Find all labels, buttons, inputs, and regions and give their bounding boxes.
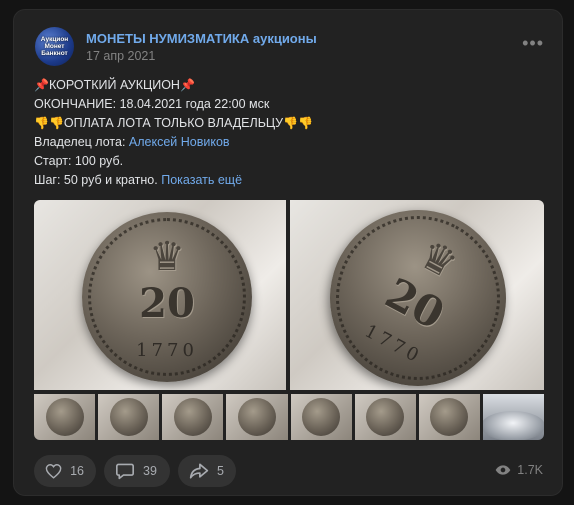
post-line-payment: 👎👎ОПЛАТА ЛОТА ТОЛЬКО ВЛАДЕЛЬЦУ👎👎: [34, 114, 554, 133]
coin-image: ♛ 20 1770: [298, 200, 538, 390]
pin-icon: 📌: [179, 78, 195, 92]
comment-button[interactable]: 39: [104, 455, 170, 487]
avatar-logo-text: Аукцион Монет Банкнот: [40, 36, 69, 57]
photo-thumb[interactable]: [226, 394, 288, 440]
comment-count: 39: [143, 464, 157, 478]
like-count: 16: [70, 464, 84, 478]
post-line-title: 📌КОРОТКИЙ АУКЦИОН📌: [34, 76, 554, 95]
photo-thumb[interactable]: [418, 394, 480, 440]
like-button[interactable]: 16: [34, 455, 96, 487]
views-counter: 1.7K: [495, 463, 543, 477]
post-line-owner: Владелец лота: Алексей Новиков: [34, 133, 554, 152]
more-options-icon[interactable]: •••: [522, 34, 544, 52]
eye-icon: [495, 465, 511, 475]
photo-thumb[interactable]: [98, 394, 160, 440]
photo-main-2[interactable]: ♛ 20 1770: [290, 200, 544, 390]
photo-thumb[interactable]: [34, 394, 96, 440]
post-date[interactable]: 17 апр 2021: [86, 49, 155, 63]
share-count: 5: [217, 464, 224, 478]
thumbs-down-icon: 👎👎: [283, 116, 313, 130]
show-more-link[interactable]: Показать ещё: [161, 173, 242, 187]
photo-main-1[interactable]: ♛ 20 1770: [34, 200, 286, 390]
views-count: 1.7K: [517, 463, 543, 477]
photo-thumbnails: [34, 394, 544, 440]
post-actions: 16 39 5: [34, 455, 236, 487]
payment-text: ОПЛАТА ЛОТА ТОЛЬКО ВЛАДЕЛЬЦУ: [63, 116, 284, 130]
share-button[interactable]: 5: [178, 455, 236, 487]
group-name-link[interactable]: МОНЕТЫ НУМИЗМАТИКА аукционы: [86, 31, 317, 46]
coin-year: 1770: [136, 340, 198, 361]
photo-thumb[interactable]: [290, 394, 352, 440]
post-card: Аукцион Монет Банкнот МОНЕТЫ НУМИЗМАТИКА…: [13, 9, 563, 496]
coin-denomination: 20: [139, 280, 195, 327]
post-text: 📌КОРОТКИЙ АУКЦИОН📌 ОКОНЧАНИЕ: 18.04.2021…: [34, 76, 554, 190]
heart-icon: [45, 464, 62, 479]
comment-icon: [116, 463, 134, 480]
post-line-end: ОКОНЧАНИЕ: 18.04.2021 года 22:00 мск: [34, 97, 270, 111]
photo-gallery: ♛ 20 1770 ♛ 20 1770: [34, 200, 544, 440]
pin-icon: 📌: [34, 78, 49, 92]
post-line-start: Старт: 100 руб.: [34, 154, 124, 168]
thumbs-down-icon: 👎👎: [34, 116, 64, 130]
post-line-step: Шаг: 50 руб и кратно. Показать ещё: [34, 171, 554, 190]
owner-label: Владелец лота:: [34, 135, 129, 149]
step-text: Шаг: 50 руб и кратно.: [34, 173, 158, 187]
eagle-icon: ♛: [149, 235, 185, 279]
photo-thumb[interactable]: [354, 394, 416, 440]
coin-image: ♛ 20 1770: [82, 212, 252, 382]
group-avatar[interactable]: Аукцион Монет Банкнот: [35, 27, 74, 66]
photo-thumb[interactable]: [482, 394, 544, 440]
photo-thumb[interactable]: [162, 394, 224, 440]
share-icon: [189, 463, 209, 479]
owner-link[interactable]: Алексей Новиков: [129, 135, 230, 149]
title-text: КОРОТКИЙ АУКЦИОН: [48, 78, 180, 92]
